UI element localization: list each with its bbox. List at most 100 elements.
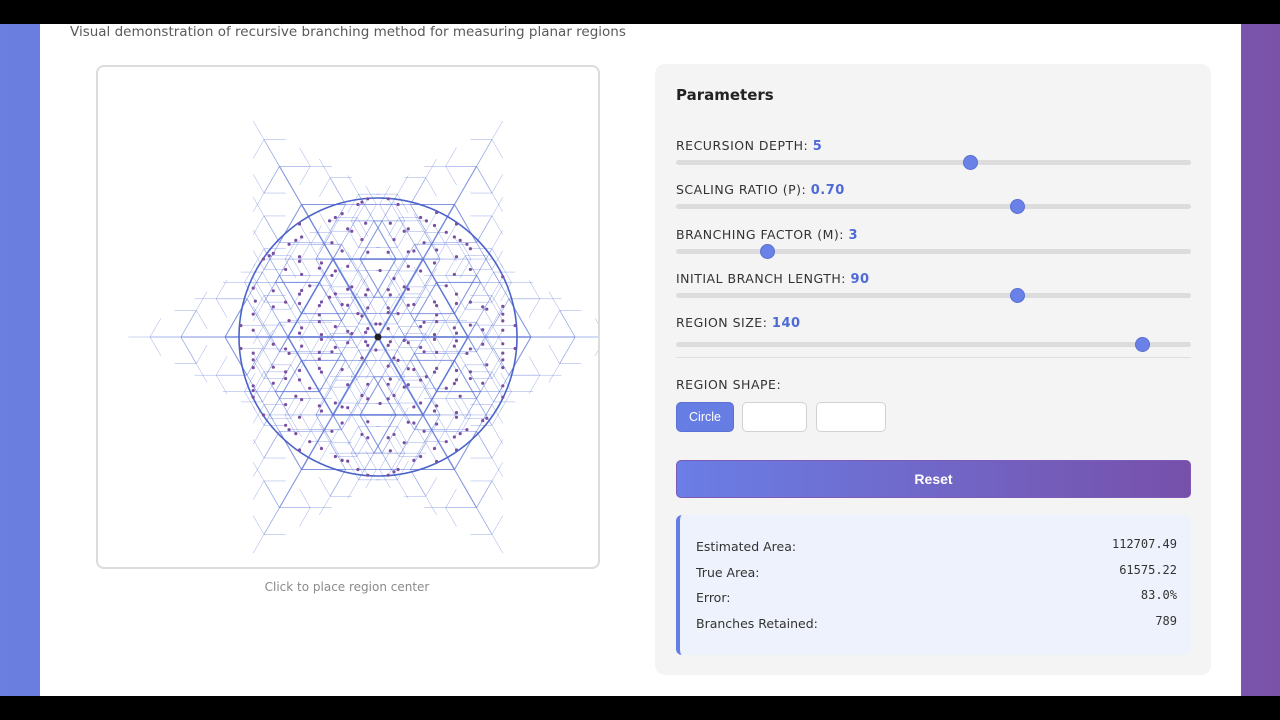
branch-line [476, 248, 493, 276]
shape-option-button[interactable] [816, 402, 886, 432]
branch-line [381, 270, 398, 298]
shape-circle-button[interactable]: Circle [676, 402, 734, 432]
branch-line [381, 349, 398, 377]
branch-line [445, 398, 457, 418]
branch-line [341, 320, 358, 348]
retained-point [330, 273, 334, 278]
retained-point [308, 386, 312, 390]
result-branches-retained: Branches Retained: 789 [696, 614, 1177, 636]
branch-line [252, 139, 265, 159]
branch-line [347, 175, 359, 195]
retained-point [485, 363, 489, 367]
retained-point [294, 394, 298, 398]
branch-line [365, 360, 377, 380]
retained-point [402, 338, 406, 342]
retained-point [287, 428, 291, 432]
branch-line [410, 177, 427, 205]
retained-point [284, 300, 288, 304]
slider-thumb[interactable] [1135, 337, 1151, 352]
retained-point [333, 345, 337, 349]
result-value: 112707.49 [1111, 537, 1177, 551]
retained-point [327, 219, 332, 223]
branch-line [454, 166, 478, 205]
retained-point [319, 337, 324, 341]
branch-line [413, 285, 425, 305]
branch-line [275, 364, 292, 392]
slider-thumb[interactable] [1010, 288, 1026, 303]
branch-line [358, 376, 375, 404]
retained-point [330, 350, 334, 354]
branch-line [445, 166, 457, 186]
branch-line [491, 425, 504, 445]
retained-point [251, 384, 255, 388]
param-value: 0.70 [810, 183, 845, 198]
branch-line [278, 469, 302, 508]
branch-line [528, 356, 541, 376]
shape-option-button[interactable] [742, 402, 807, 432]
retained-point [388, 449, 392, 453]
retained-point [386, 250, 390, 254]
region-size-slider[interactable] [676, 337, 1191, 352]
divider [676, 357, 1191, 358]
branch-line [263, 322, 280, 350]
slider-thumb[interactable] [1010, 199, 1026, 214]
initial-branch-length-slider[interactable] [676, 288, 1191, 303]
slider-thumb[interactable] [962, 155, 978, 170]
branch-line [358, 220, 375, 248]
branch-line [365, 294, 377, 314]
reset-button[interactable]: Reset [676, 460, 1191, 498]
retained-point [297, 259, 302, 264]
branch-line [299, 242, 311, 262]
retained-point [468, 247, 472, 251]
retained-point [419, 215, 423, 220]
retained-point [388, 377, 392, 381]
retained-point [452, 344, 456, 348]
branch-line [252, 348, 265, 368]
branch-line [319, 477, 331, 497]
param-label: RECURSION DEPTH: [676, 138, 809, 153]
branch-line [215, 279, 228, 299]
retained-point [300, 326, 304, 330]
branching-visualization[interactable] [98, 67, 598, 567]
param-value: 3 [848, 228, 858, 243]
branch-line [491, 480, 504, 500]
retained-point [350, 229, 354, 233]
retained-point [465, 351, 469, 355]
retained-point [360, 393, 364, 398]
branch-line [434, 225, 446, 245]
branch-line [398, 244, 415, 272]
retained-point [340, 249, 344, 253]
retained-point [513, 323, 517, 328]
slider-thumb[interactable] [759, 244, 775, 259]
branch-line [358, 270, 375, 298]
branch-line [252, 197, 265, 217]
result-label: Branches Retained: [696, 616, 818, 631]
branch-line [299, 322, 311, 342]
branch-line [397, 175, 409, 195]
branch-line [263, 139, 280, 167]
branching-factor-slider[interactable] [676, 244, 1191, 259]
retained-point [452, 235, 456, 239]
retained-point [454, 301, 459, 306]
branch-line [413, 441, 425, 461]
retained-point [366, 382, 370, 386]
retained-point [356, 202, 360, 207]
retained-point [317, 350, 321, 354]
retained-point [422, 429, 426, 433]
scaling-ratio-slider[interactable] [676, 199, 1191, 214]
retained-point [435, 210, 439, 215]
retained-point [317, 366, 321, 371]
recursion-depth-slider[interactable] [676, 155, 1191, 170]
retained-point [251, 286, 255, 290]
visualization-canvas[interactable] [96, 65, 600, 569]
retained-point [435, 303, 439, 308]
retained-point [386, 382, 390, 386]
branch-line [329, 286, 346, 314]
retained-point [386, 364, 390, 368]
retained-point [350, 285, 354, 289]
branch-line [263, 431, 280, 459]
branch-line [310, 410, 322, 430]
retained-point [454, 339, 459, 343]
retained-point [396, 202, 400, 207]
result-estimated-area: Estimated Area: 112707.49 [696, 537, 1177, 559]
